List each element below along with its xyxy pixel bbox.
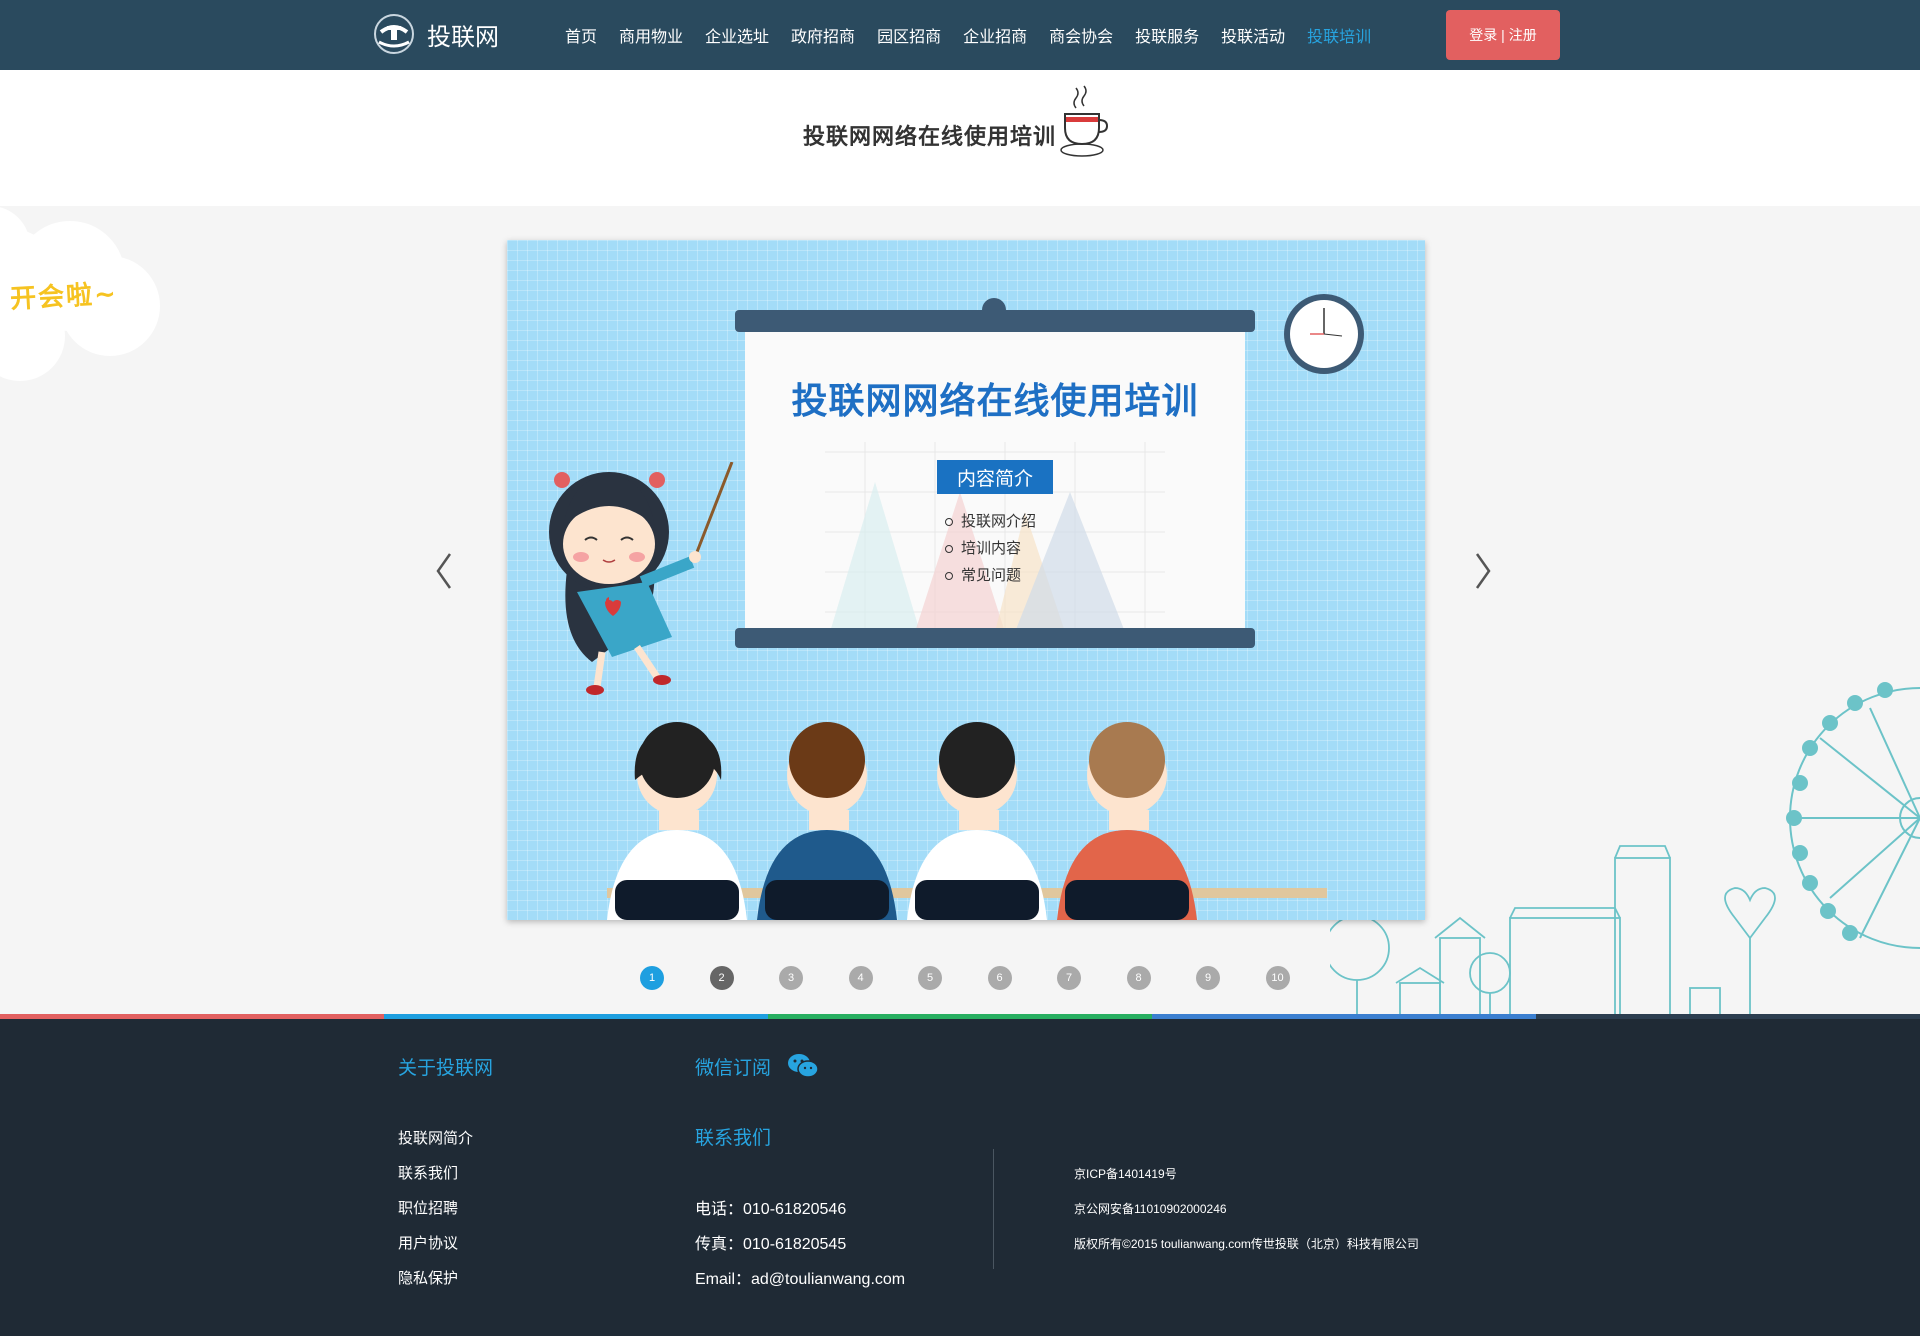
- prev-slide-button[interactable]: [430, 546, 460, 596]
- logo-icon: [374, 14, 414, 54]
- board-rod-top: [735, 310, 1255, 332]
- nav-item-5[interactable]: 企业招商: [963, 23, 1027, 47]
- slide-list-item-text: 培训内容: [961, 540, 1022, 557]
- top-nav-bar: 投联网 首页 商用物业 企业选址 政府招商 园区招商 企业招商 商会协会 投联服务 投联活动 投联…: [0, 0, 1920, 70]
- slide-list-item-text: 常见问题: [961, 567, 1022, 584]
- audience-illustration: [607, 722, 1327, 920]
- pagination-dot-8[interactable]: 8: [1126, 966, 1151, 990]
- slide-list-item-text: 投联网介绍: [961, 513, 1037, 530]
- contact-heading: 联系我们: [695, 1128, 772, 1149]
- copyright-text: 版权所有©2015 toulianwang.com传世投联（北京）科技有限公司: [1074, 1237, 1419, 1251]
- coffee-cup-icon: [1060, 85, 1108, 157]
- nav-item-2[interactable]: 企业选址: [705, 23, 769, 47]
- page-title: 投联网网络在线使用培训: [803, 124, 1057, 149]
- site-logo[interactable]: 投联网: [369, 12, 499, 56]
- chevron-right-icon: [1475, 553, 1491, 589]
- footer-link-jobs[interactable]: 职位招聘: [398, 1197, 458, 1218]
- icp-text: 京ICP备1401419号: [1074, 1167, 1177, 1181]
- police-record-text: 京公网安备11010902000246: [1074, 1202, 1227, 1216]
- pagination-dot-4[interactable]: 4: [848, 966, 873, 990]
- pagination-dot-2[interactable]: 2: [709, 966, 734, 990]
- nav-item-3[interactable]: 政府招商: [791, 23, 855, 47]
- footer-link-intro[interactable]: 投联网简介: [398, 1127, 473, 1148]
- pagination-dot-9[interactable]: 9: [1196, 966, 1220, 990]
- footer-link-privacy[interactable]: 隐私保护: [398, 1267, 458, 1288]
- about-heading: 关于投联网: [398, 1058, 494, 1079]
- footer-divider: [993, 1149, 994, 1269]
- pagination-dot-5[interactable]: 5: [918, 966, 942, 990]
- slide-list-item: 常见问题: [945, 562, 1036, 589]
- slide-list-item: 培训内容: [945, 535, 1036, 562]
- pagination-dot-3[interactable]: 3: [779, 966, 803, 990]
- teacher-girl-illustration: [549, 462, 734, 695]
- fax-text: 传真：010-61820545: [695, 1236, 847, 1253]
- nav-item-4[interactable]: 园区招商: [877, 23, 941, 47]
- slide-heading: 投联网网络在线使用培训: [791, 380, 1199, 422]
- main-nav: 首页 商用物业 企业选址 政府招商 园区招商 企业招商 商会协会 投联服务 投联活动 投联培训: [565, 0, 1393, 70]
- slide-chip: 内容简介: [937, 460, 1053, 494]
- clock-icon: [1284, 294, 1364, 374]
- phone-text: 电话：010-61820546: [695, 1201, 847, 1218]
- training-slide: 投联网网络在线使用培训 内容简介 投联网介绍培训内容常见问题: [507, 240, 1425, 920]
- slide-list: 投联网介绍培训内容常见问题: [945, 508, 1036, 589]
- email-text[interactable]: Email：ad@toulianwang.com: [695, 1265, 905, 1289]
- footer-link-terms[interactable]: 用户协议: [398, 1232, 458, 1253]
- pagination-dot-10[interactable]: 10: [1265, 966, 1290, 990]
- wechat-icon[interactable]: [788, 1053, 818, 1079]
- slide-list-item: 投联网介绍: [945, 508, 1036, 535]
- presentation-board: 投联网网络在线使用培训 内容简介 投联网介绍培训内容常见问题: [745, 332, 1245, 632]
- nav-item-8[interactable]: 投联活动: [1221, 23, 1285, 47]
- nav-item-9[interactable]: 投联培训: [1307, 23, 1371, 47]
- nav-item-6[interactable]: 商会协会: [1049, 23, 1113, 47]
- chevron-left-icon: [436, 553, 452, 589]
- login-register-button[interactable]: 登录 | 注册: [1446, 10, 1560, 60]
- nav-item-1[interactable]: 商用物业: [619, 23, 683, 47]
- title-band: 投联网网络在线使用培训: [0, 70, 1920, 206]
- bullet-icon: [945, 517, 953, 526]
- cloud-text: 开会啦~: [9, 279, 119, 315]
- pagination-dot-1[interactable]: 1: [640, 966, 664, 990]
- nav-item-0[interactable]: 首页: [565, 23, 597, 47]
- board-rod-bottom: [735, 628, 1255, 648]
- wechat-heading: 微信订阅: [695, 1058, 772, 1079]
- banner-stage: 开会啦~ 投联网网络在线使用培训 内容简介 投联网介绍 培训内容 常见问题 1 …: [0, 206, 1920, 1018]
- bullet-icon: [945, 544, 953, 553]
- next-slide-button[interactable]: [1467, 546, 1497, 596]
- footer-link-contact[interactable]: 联系我们: [398, 1162, 458, 1183]
- bullet-icon: [945, 571, 953, 580]
- footer: 关于投联网 投联网简介 联系我们 职位招聘 用户协议 隐私保护 微信订阅 联系我…: [0, 1019, 1920, 1336]
- logo-text: 投联网: [427, 23, 499, 51]
- nav-item-7[interactable]: 投联服务: [1135, 23, 1199, 47]
- slide-pagination: 1 2 3 4 5 6 7 8 9 10: [640, 966, 1335, 990]
- pagination-dot-7[interactable]: 7: [1057, 966, 1081, 990]
- pagination-dot-6[interactable]: 6: [987, 966, 1012, 990]
